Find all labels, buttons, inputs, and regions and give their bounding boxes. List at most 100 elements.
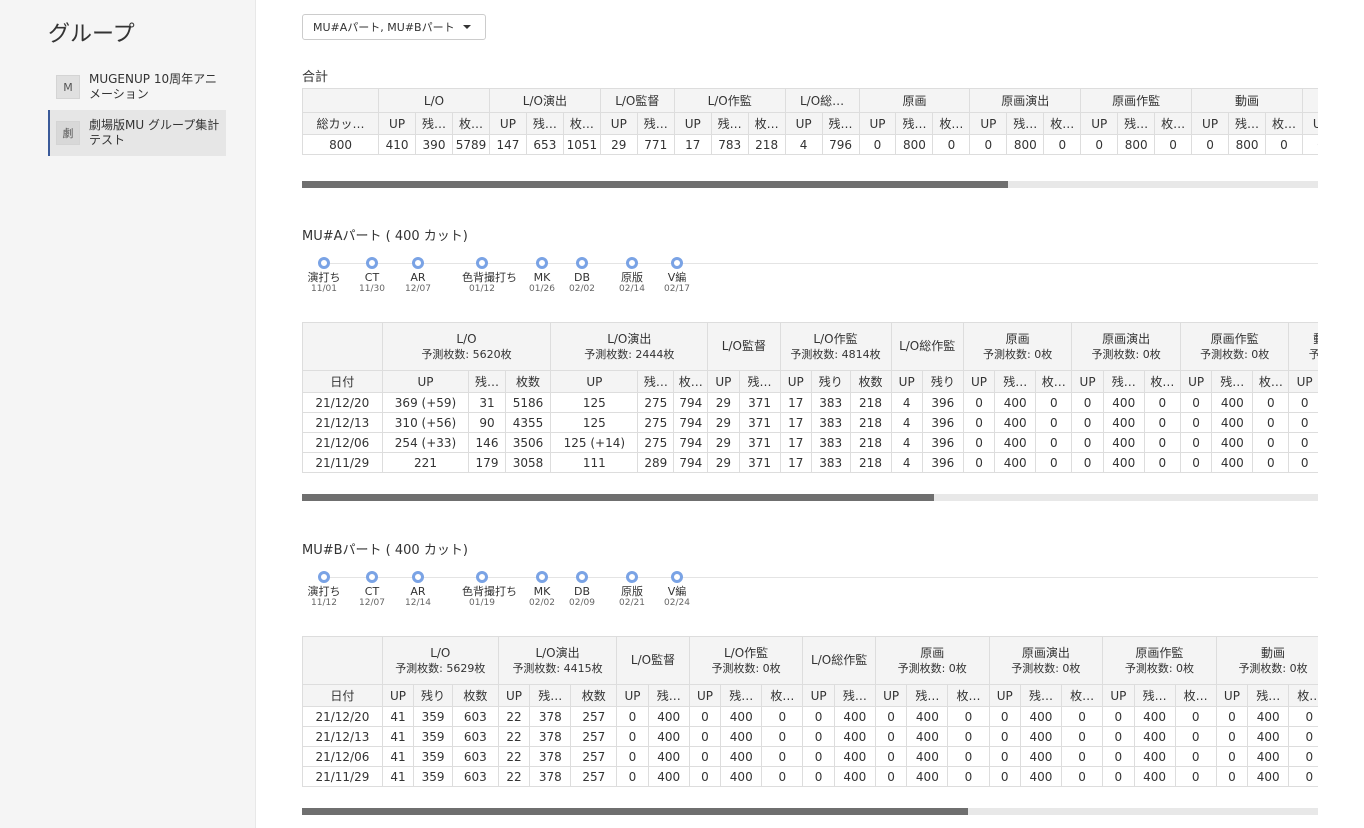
sub-header: 枚… (932, 112, 971, 135)
milestone-dot-icon (412, 571, 424, 583)
table-cell: 0 (1102, 706, 1135, 727)
table-cell: 383 (810, 412, 851, 433)
group-name: L/O演出 (607, 331, 652, 346)
sub-header: UP (1179, 370, 1213, 393)
milestone[interactable]: 原版 02/21 (612, 566, 652, 609)
table-cell: 289 (637, 452, 675, 473)
group-header: 動画予測枚 (1288, 322, 1318, 371)
table-cell: 0 (1102, 766, 1135, 787)
table-cell: 0 (1288, 746, 1318, 767)
scrollbar-thumb[interactable] (302, 494, 934, 501)
table-cell: 0 (1301, 134, 1318, 155)
table-cell: 0 (1143, 392, 1181, 413)
sub-header: 残… (1117, 112, 1156, 135)
table-cell: 0 (1288, 392, 1318, 413)
predicted-count: 予測枚数: 4814枚 (790, 347, 881, 361)
milestone-date: 12/07 (405, 284, 431, 294)
table-cell: 0 (1080, 134, 1119, 155)
predicted-count: 予測枚数: 0枚 (1011, 661, 1081, 675)
table-cell: 0 (947, 706, 990, 727)
group-name: 動画 (1261, 645, 1286, 660)
date-cell: 21/12/13 (302, 412, 383, 433)
sub-header: 残… (525, 112, 564, 135)
sub-header: UP (1080, 112, 1119, 135)
table-cell: 17 (673, 134, 712, 155)
table-cell: 41 (381, 746, 415, 767)
table-cell: 800 (1006, 134, 1045, 155)
table-cell: 400 (720, 766, 763, 787)
table-cell: 400 (647, 726, 690, 747)
date-cell: 21/12/13 (302, 726, 383, 747)
milestone[interactable]: 色背撮打ち 01/19 (462, 566, 517, 609)
milestone[interactable]: CT 12/07 (352, 566, 392, 609)
milestone[interactable]: 演打ち 11/01 (304, 252, 344, 295)
table-cell: 0 (988, 706, 1021, 727)
milestone[interactable]: 演打ち 11/12 (304, 566, 344, 609)
sidebar-item-mugenup-10th[interactable]: M MUGENUP 10周年アニメーション (48, 64, 226, 110)
table-cell: 369 (+59) (381, 392, 470, 413)
milestone[interactable]: CT 11/30 (352, 252, 392, 295)
group-header: L/O総作監 (890, 322, 964, 371)
table-cell: 359 (413, 726, 453, 747)
table-cell: 0 (1035, 412, 1073, 433)
table-cell: 0 (1043, 134, 1082, 155)
table-cell: 0 (1035, 392, 1073, 413)
milestone-dot-icon (318, 257, 330, 269)
table-cell: 0 (947, 726, 990, 747)
table-cell: 0 (962, 432, 996, 453)
scrollbar-thumb[interactable] (302, 808, 968, 815)
milestone[interactable]: 色背撮打ち 01/12 (462, 252, 517, 295)
total-scrollbar[interactable] (302, 181, 1318, 188)
table-cell: 146 (468, 432, 506, 453)
table-cell: 0 (1154, 134, 1193, 155)
milestone[interactable]: DB 02/09 (562, 566, 602, 609)
table-row: 21/11/29 221 179 3058 111 289 794 29 371 17 383 218… (302, 452, 1318, 473)
table-cell: 400 (720, 706, 763, 727)
milestone-label: CT (364, 585, 380, 598)
predicted-count: 予測枚数: 0枚 (983, 347, 1053, 361)
milestone-label: 原版 (621, 585, 643, 598)
table-cell: 400 (1247, 706, 1290, 727)
group-name: L/O作監 (813, 331, 858, 346)
table-cell: 29 (707, 452, 740, 473)
sub-header: 残… (906, 684, 949, 707)
table-cell: 257 (570, 766, 618, 787)
part-a-scrollbar[interactable] (302, 494, 1318, 501)
sub-header: 残り (810, 370, 851, 393)
table-cell: 0 (616, 726, 649, 747)
part-b-title: MU#Bパート ( 400 カット) (302, 543, 468, 558)
predicted-count: 予測枚数: 0枚 (897, 661, 967, 675)
milestone[interactable]: MK 02/02 (522, 566, 562, 609)
predicted-count: 予測枚 (1291, 347, 1318, 362)
milestone[interactable]: 原版 02/14 (612, 252, 652, 295)
table-cell: 0 (1252, 452, 1290, 473)
table-cell: 410 (378, 134, 417, 155)
group-header: L/O監督 (707, 322, 781, 371)
milestone-label: V編 (667, 271, 687, 284)
table-cell: 771 (636, 134, 675, 155)
sub-header: 残… (1006, 112, 1045, 135)
part-b-scrollbar[interactable] (302, 808, 1318, 815)
table-cell: 218 (849, 452, 892, 473)
milestone[interactable]: V編 02/17 (657, 252, 697, 295)
scrollbar-thumb[interactable] (302, 181, 1008, 188)
milestone-label: 色背撮打ち (462, 271, 517, 284)
milestone[interactable]: AR 12/14 (398, 566, 438, 609)
milestone-dot-icon (536, 257, 548, 269)
table-cell: 275 (637, 392, 675, 413)
milestone[interactable]: V編 02/24 (657, 566, 697, 609)
table-cell: 0 (688, 706, 722, 727)
sub-header: 残… (720, 684, 763, 707)
milestone[interactable]: AR 12/07 (398, 252, 438, 295)
part-select-dropdown[interactable]: MU#Aパート, MU#Bパート (302, 14, 486, 40)
milestone[interactable]: MK 01/26 (522, 252, 562, 295)
sidebar-item-movie-group-test[interactable]: 劇 劇場版MU グループ集計テスト (48, 110, 226, 156)
milestone[interactable]: DB 02/02 (562, 252, 602, 295)
sub-header: 枚数 (849, 370, 892, 393)
table-cell: 359 (413, 746, 453, 767)
table-cell: 400 (1019, 726, 1063, 747)
sub-header: 枚数 (504, 370, 552, 393)
table-cell: 41 (381, 706, 415, 727)
table-cell: 0 (988, 766, 1021, 787)
table-cell: 0 (802, 746, 835, 767)
